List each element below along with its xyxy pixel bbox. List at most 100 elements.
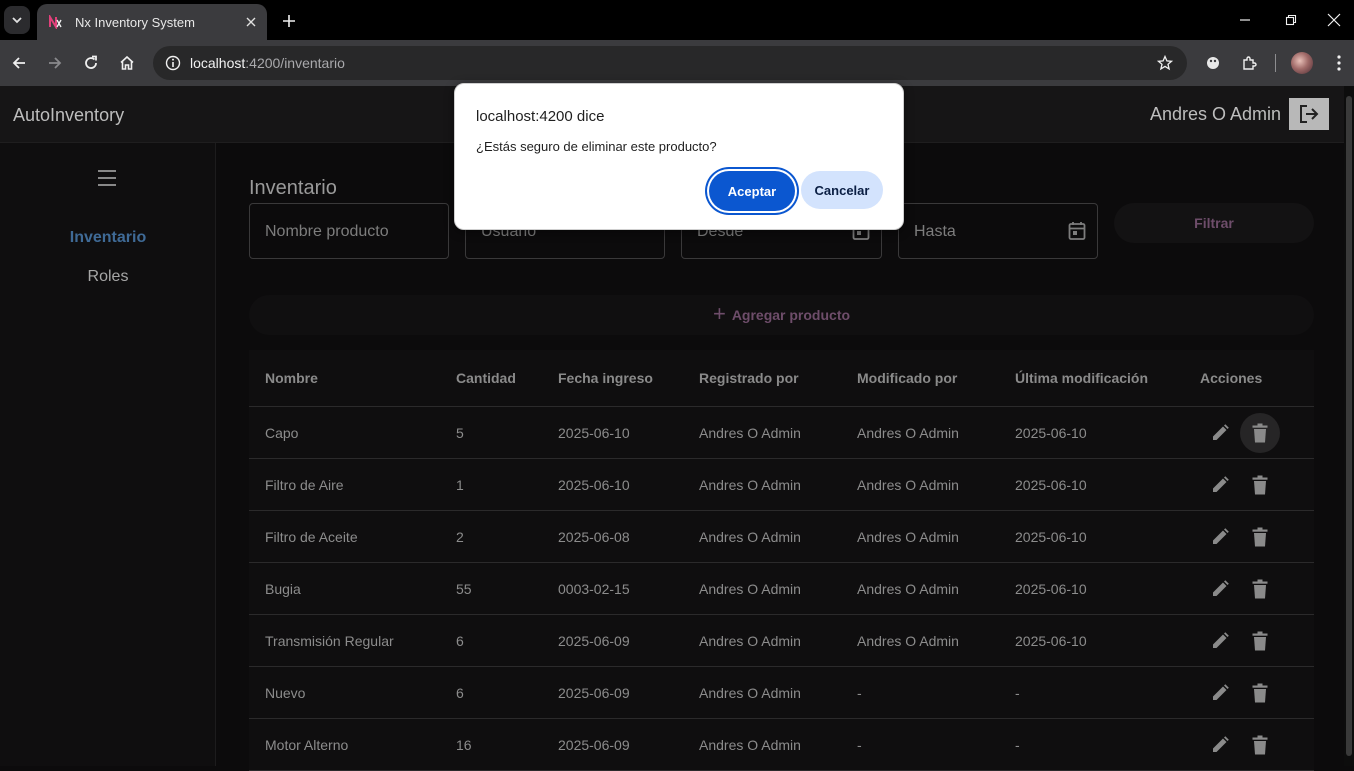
cell-cantidad: 6 bbox=[456, 684, 464, 701]
cell-registrado-por: Andres O Admin bbox=[699, 528, 801, 545]
dialog-title: localhost:4200 dice bbox=[476, 108, 605, 125]
edit-icon[interactable] bbox=[1200, 569, 1240, 609]
cell-fecha-ingreso: 2025-06-09 bbox=[558, 632, 630, 649]
cell-modificado-por: Andres O Admin bbox=[857, 580, 959, 597]
home-button[interactable] bbox=[113, 49, 141, 77]
page-title: Inventario bbox=[249, 177, 337, 199]
edit-icon[interactable] bbox=[1200, 413, 1240, 453]
window-close-button[interactable] bbox=[1314, 6, 1354, 34]
arrow-right-icon bbox=[49, 57, 62, 69]
product-name-input[interactable]: Nombre producto bbox=[249, 203, 449, 259]
edit-icon[interactable] bbox=[1200, 621, 1240, 661]
extension-puzzle-button[interactable] bbox=[1199, 49, 1227, 77]
edit-icon[interactable] bbox=[1200, 517, 1240, 557]
cell-modificado-por: - bbox=[857, 736, 862, 753]
site-info-icon[interactable] bbox=[161, 51, 185, 75]
dialog-message: ¿Estás seguro de eliminar este producto? bbox=[476, 139, 717, 154]
cell-ultima-modificacion: - bbox=[1015, 684, 1020, 701]
table-row: Filtro de Aceite 2 2025-06-08 Andres O Admi… bbox=[249, 511, 1314, 563]
hamburger-menu-icon[interactable] bbox=[96, 167, 118, 189]
cell-registrado-por: Andres O Admin bbox=[699, 684, 801, 701]
cell-fecha-ingreso: 2025-06-08 bbox=[558, 528, 630, 545]
cell-modificado-por: Andres O Admin bbox=[857, 424, 959, 441]
cell-nombre: Filtro de Aceite bbox=[265, 528, 358, 545]
profile-avatar[interactable] bbox=[1291, 52, 1313, 74]
plus-icon: + bbox=[712, 301, 726, 326]
edit-icon[interactable] bbox=[1200, 465, 1240, 505]
table-header-row: Nombre Cantidad Fecha ingreso Registrado… bbox=[249, 350, 1314, 407]
add-product-button[interactable]: + Agregar producto bbox=[249, 295, 1314, 335]
delete-icon[interactable] bbox=[1240, 413, 1280, 453]
delete-icon[interactable] bbox=[1240, 465, 1280, 505]
cell-nombre: Filtro de Aire bbox=[265, 476, 344, 493]
cell-fecha-ingreso: 0003-02-15 bbox=[558, 580, 630, 597]
puzzle-icon bbox=[1243, 56, 1257, 70]
back-button[interactable] bbox=[5, 49, 33, 77]
sidebar-item-roles[interactable]: Roles bbox=[0, 268, 216, 286]
dialog-accept-button[interactable]: Aceptar bbox=[709, 171, 795, 211]
table-row: Transmisión Regular 6 2025-06-09 Andres O A… bbox=[249, 615, 1314, 667]
sidebar-item-inventario[interactable]: Inventario bbox=[0, 229, 216, 247]
chevron-down-icon bbox=[12, 17, 22, 24]
logout-button[interactable] bbox=[1289, 98, 1329, 130]
cell-cantidad: 55 bbox=[456, 580, 472, 597]
home-icon bbox=[120, 55, 134, 70]
window-minimize-button[interactable] bbox=[1222, 6, 1268, 34]
edit-icon[interactable] bbox=[1200, 673, 1240, 713]
tab-search-button[interactable] bbox=[4, 6, 30, 34]
delete-icon[interactable] bbox=[1240, 517, 1280, 557]
browser-tab-active[interactable]: Nx Inventory System bbox=[37, 4, 267, 40]
reload-button[interactable] bbox=[77, 49, 105, 77]
cell-registrado-por: Andres O Admin bbox=[699, 424, 801, 441]
cell-ultima-modificacion: 2025-06-10 bbox=[1015, 528, 1087, 545]
cell-registrado-por: Andres O Admin bbox=[699, 632, 801, 649]
app-title: AutoInventory bbox=[13, 105, 125, 125]
add-product-label: Agregar producto bbox=[731, 307, 851, 323]
plus-icon bbox=[283, 15, 295, 27]
product-name-placeholder: Nombre producto bbox=[265, 223, 389, 240]
browser-tabstrip: Nx Inventory System bbox=[0, 0, 1354, 40]
extensions-button[interactable] bbox=[1235, 49, 1263, 77]
bookmark-star-icon[interactable] bbox=[1153, 51, 1177, 75]
delete-icon[interactable] bbox=[1240, 673, 1280, 713]
filter-button[interactable]: Filtrar bbox=[1114, 203, 1314, 243]
tab-close-icon[interactable] bbox=[239, 10, 263, 34]
inventory-table: Nombre Cantidad Fecha ingreso Registrado… bbox=[249, 350, 1314, 771]
edit-icon[interactable] bbox=[1200, 725, 1240, 765]
cell-registrado-por: Andres O Admin bbox=[699, 476, 801, 493]
cell-fecha-ingreso: 2025-06-10 bbox=[558, 476, 630, 493]
dialog-cancel-button[interactable]: Cancelar bbox=[801, 171, 883, 209]
delete-icon[interactable] bbox=[1240, 725, 1280, 765]
to-date-input[interactable]: Hasta bbox=[898, 203, 1098, 259]
nx-favicon-icon bbox=[47, 14, 63, 30]
table-row: Filtro de Aire 1 2025-06-10 Andres O Admin A… bbox=[249, 459, 1314, 511]
cell-registrado-por: Andres O Admin bbox=[699, 580, 801, 597]
toolbar-divider bbox=[1275, 54, 1276, 72]
browser-toolbar: localhost:4200/inventario bbox=[0, 40, 1354, 86]
forward-button[interactable] bbox=[41, 49, 69, 77]
sidebar: Inventario Roles bbox=[0, 143, 216, 766]
scrollbar-thumb[interactable] bbox=[1346, 96, 1352, 756]
new-tab-button[interactable] bbox=[276, 8, 302, 34]
header-cantidad[interactable]: Cantidad bbox=[456, 350, 516, 406]
header-nombre[interactable]: Nombre bbox=[265, 350, 318, 406]
header-fecha-ingreso[interactable]: Fecha ingreso bbox=[558, 350, 653, 406]
window-restore-button[interactable] bbox=[1268, 6, 1314, 34]
logout-icon bbox=[1300, 105, 1319, 123]
cell-nombre: Bugia bbox=[265, 580, 301, 597]
cell-fecha-ingreso: 2025-06-10 bbox=[558, 424, 630, 441]
browser-menu-button[interactable] bbox=[1325, 49, 1353, 77]
page-scrollbar[interactable] bbox=[1344, 86, 1354, 766]
cell-fecha-ingreso: 2025-06-09 bbox=[558, 684, 630, 701]
delete-icon[interactable] bbox=[1240, 569, 1280, 609]
restore-icon bbox=[1285, 14, 1297, 26]
calendar-icon[interactable] bbox=[1067, 220, 1087, 242]
cell-modificado-por: Andres O Admin bbox=[857, 528, 959, 545]
header-registrado-por[interactable]: Registrado por bbox=[699, 350, 799, 406]
header-modificado-por[interactable]: Modificado por bbox=[857, 350, 957, 406]
cell-registrado-por: Andres O Admin bbox=[699, 736, 801, 753]
delete-icon[interactable] bbox=[1240, 621, 1280, 661]
table-row: Bugia 55 0003-02-15 Andres O Admin Andres O … bbox=[249, 563, 1314, 615]
address-bar[interactable]: localhost:4200/inventario bbox=[153, 46, 1187, 80]
header-ultima-modificacion[interactable]: Última modificación bbox=[1015, 350, 1148, 406]
